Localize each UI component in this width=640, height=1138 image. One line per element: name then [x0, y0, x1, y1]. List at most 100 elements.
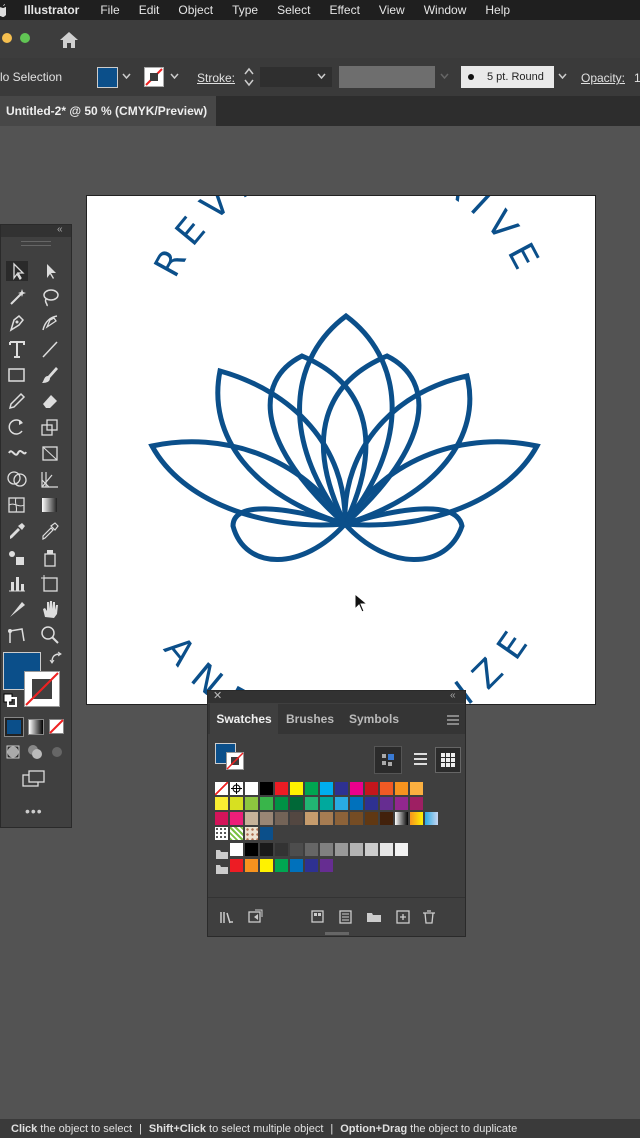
color-group-folder-icon[interactable]: [216, 861, 228, 879]
gray-swatch-0[interactable]: [230, 843, 243, 856]
menu-window[interactable]: Window: [424, 3, 467, 17]
scale-tool[interactable]: [39, 417, 61, 437]
swatch-0-6[interactable]: [305, 782, 318, 795]
show-kinds-menu-icon[interactable]: [311, 910, 327, 924]
blend-tool[interactable]: [6, 547, 28, 567]
swatch-0-8[interactable]: [335, 782, 348, 795]
swatch-0-7[interactable]: [320, 782, 333, 795]
swatch-1-4[interactable]: [275, 797, 288, 810]
menu-effect[interactable]: Effect: [329, 3, 359, 17]
new-swatch-icon[interactable]: [396, 910, 410, 924]
pattern-swatch-2[interactable]: [245, 827, 258, 840]
stroke-swatch-none[interactable]: [144, 67, 164, 87]
swatch-0-9[interactable]: [350, 782, 363, 795]
gray-swatch-8[interactable]: [350, 843, 363, 856]
selection-tool[interactable]: [6, 261, 28, 281]
puppet-warp-tool[interactable]: [6, 625, 28, 645]
collapse-icon[interactable]: «: [57, 224, 63, 235]
hand-tool[interactable]: [39, 599, 61, 619]
swatch-1-9[interactable]: [350, 797, 363, 810]
gray-swatch-3[interactable]: [275, 843, 288, 856]
gradient-tool[interactable]: [39, 495, 61, 515]
swatch-1-5[interactable]: [290, 797, 303, 810]
swap-fill-stroke-icon[interactable]: [49, 651, 63, 665]
slice-tool[interactable]: [6, 599, 28, 619]
gray-swatch-11[interactable]: [395, 843, 408, 856]
brush-definition[interactable]: 5 pt. Round: [461, 66, 554, 88]
swatch-1-12[interactable]: [395, 797, 408, 810]
apple-icon[interactable]: [0, 3, 6, 17]
group-swatch-4[interactable]: [290, 859, 303, 872]
fill-swatch[interactable]: [97, 67, 118, 88]
gradient-mode-button[interactable]: [28, 719, 44, 735]
swatch-2-3[interactable]: [260, 812, 273, 825]
rectangle-tool[interactable]: [6, 365, 28, 385]
swatch-2-1[interactable]: [230, 812, 243, 825]
swatch-0-5[interactable]: [290, 782, 303, 795]
place-swatches-icon[interactable]: [248, 909, 264, 923]
swatch-1-6[interactable]: [305, 797, 318, 810]
swatch-2-2[interactable]: [245, 812, 258, 825]
mesh-tool[interactable]: [6, 495, 28, 515]
menu-object[interactable]: Object: [178, 3, 213, 17]
swatch-0-2[interactable]: [245, 782, 258, 795]
chevron-down-icon[interactable]: [317, 73, 326, 79]
swatch-2-0[interactable]: [215, 812, 228, 825]
swatch-0-10[interactable]: [365, 782, 378, 795]
swatch-1-11[interactable]: [380, 797, 393, 810]
chevron-down-icon[interactable]: [440, 73, 449, 79]
gray-swatch-7[interactable]: [335, 843, 348, 856]
shape-builder-tool[interactable]: [6, 469, 28, 489]
group-swatch-0[interactable]: [230, 859, 243, 872]
tools-grip[interactable]: [21, 241, 51, 246]
menu-app[interactable]: Illustrator: [24, 3, 79, 17]
magic-wand-tool[interactable]: [6, 287, 28, 307]
swatch-2-4[interactable]: [275, 812, 288, 825]
column-graph-tool[interactable]: [6, 573, 28, 593]
panel-resize-handle[interactable]: [325, 932, 349, 935]
pen-tool[interactable]: [6, 313, 28, 333]
document-tab[interactable]: Untitled-2* @ 50 % (CMYK/Preview): [0, 96, 216, 126]
swatch-1-2[interactable]: [245, 797, 258, 810]
swatch-0-3[interactable]: [260, 782, 273, 795]
swatch-2-7[interactable]: [320, 812, 333, 825]
gray-swatch-1[interactable]: [245, 843, 258, 856]
zoom-tool[interactable]: [39, 625, 61, 645]
paintbrush-tool[interactable]: [39, 365, 61, 385]
swatch-2-14[interactable]: [425, 812, 438, 825]
swatch-1-3[interactable]: [260, 797, 273, 810]
swatch-1-7[interactable]: [320, 797, 333, 810]
perspective-grid-tool[interactable]: [39, 469, 61, 489]
stroke-stepper-icon[interactable]: [244, 67, 254, 87]
swatch-0-4[interactable]: [275, 782, 288, 795]
menu-type[interactable]: Type: [232, 3, 258, 17]
opacity-value[interactable]: 1: [634, 71, 640, 85]
curvature-tool[interactable]: [39, 313, 61, 333]
chevron-down-icon[interactable]: [122, 73, 131, 79]
measure-tool[interactable]: [39, 521, 61, 541]
delete-swatch-icon[interactable]: [422, 910, 436, 924]
default-fill-stroke-icon[interactable]: [3, 693, 17, 707]
artboard[interactable]: REVIVE, THRIVE AND OPTIMIZE: [86, 134, 596, 752]
line-segment-tool[interactable]: [39, 339, 61, 359]
edit-toolbar-icon[interactable]: •••: [25, 803, 43, 819]
swatch-0-1[interactable]: [230, 782, 243, 795]
menu-view[interactable]: View: [379, 3, 405, 17]
home-icon[interactable]: [59, 31, 79, 49]
swatch-1-0[interactable]: [215, 797, 228, 810]
gray-swatch-2[interactable]: [260, 843, 273, 856]
swatch-0-13[interactable]: [410, 782, 423, 795]
gray-swatch-5[interactable]: [305, 843, 318, 856]
type-tool[interactable]: [6, 339, 28, 359]
new-color-group-icon[interactable]: [366, 911, 382, 923]
pattern-swatch-3[interactable]: [260, 827, 273, 840]
pattern-swatch-1[interactable]: [230, 827, 243, 840]
swatch-2-13[interactable]: [410, 812, 423, 825]
swatch-2-8[interactable]: [335, 812, 348, 825]
chevron-down-icon[interactable]: [170, 73, 179, 79]
group-swatch-5[interactable]: [305, 859, 318, 872]
pencil-tool[interactable]: [6, 391, 28, 411]
group-swatch-6[interactable]: [320, 859, 333, 872]
swatch-2-9[interactable]: [350, 812, 363, 825]
free-transform-tool[interactable]: [39, 443, 61, 463]
